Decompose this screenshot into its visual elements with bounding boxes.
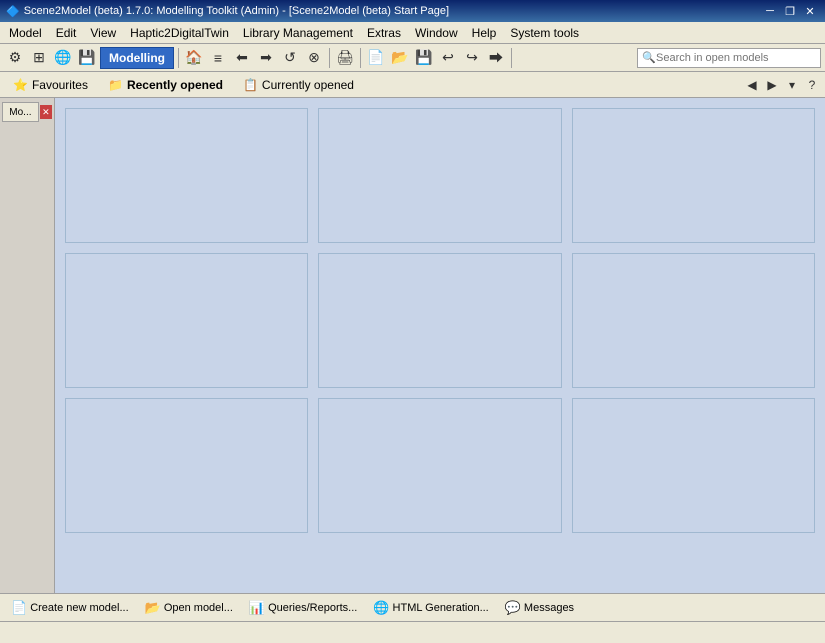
toolbar-refresh-btn[interactable]: ↺	[279, 47, 301, 69]
toolbar-open-btn[interactable]: 📂	[389, 47, 411, 69]
toolbar-save-icon[interactable]: 💾	[76, 47, 98, 69]
tab-nav-back[interactable]: ◀	[743, 76, 761, 94]
toolbar-globe-icon[interactable]: 🌐	[52, 47, 74, 69]
create-new-model-icon: 📄	[11, 600, 27, 616]
bottom-bar: 📄 Create new model... 📂 Open model... 📊 …	[0, 593, 825, 621]
menu-bar: Model Edit View Haptic2DigitalTwin Libra…	[0, 22, 825, 44]
tab-recently-opened[interactable]: 📁 Recently opened	[99, 75, 232, 95]
grid-cell-1[interactable]	[65, 108, 308, 243]
title-bar-left: 🔷 Scene2Model (beta) 1.7.0: Modelling To…	[6, 5, 449, 18]
menu-systemtools[interactable]: System tools	[503, 24, 586, 42]
messages-btn[interactable]: 💬 Messages	[498, 597, 581, 619]
toolbar-separator-3	[360, 48, 361, 68]
menu-help[interactable]: Help	[465, 24, 504, 42]
open-model-icon: 📂	[145, 600, 161, 616]
currently-opened-label: Currently opened	[262, 78, 354, 92]
minimize-button[interactable]: ─	[761, 3, 779, 19]
toolbar: ⚙ ⊞ 🌐 💾 Modelling 🏠 ≡ ⬅ ➡ ↺ ⊗ 🖨 📄 📂 💾 ↩ …	[0, 44, 825, 72]
title-bar: 🔷 Scene2Model (beta) 1.7.0: Modelling To…	[0, 0, 825, 22]
html-generation-icon: 🌐	[373, 600, 389, 616]
toolbar-save-btn[interactable]: 💾	[413, 47, 435, 69]
content-area	[55, 98, 825, 593]
grid-cell-8[interactable]	[318, 398, 561, 533]
tab-nav-right: ◀ ▶ ▾ ?	[743, 76, 821, 94]
close-button[interactable]: ✕	[801, 3, 819, 19]
tab-currently-opened[interactable]: 📋 Currently opened	[234, 75, 363, 95]
sub-tab-bar: ⭐ Favourites 📁 Recently opened 📋 Current…	[4, 75, 743, 95]
menu-library[interactable]: Library Management	[236, 24, 360, 42]
title-bar-controls: ─ ❐ ✕	[761, 3, 819, 19]
toolbar-separator-1	[178, 48, 179, 68]
grid-cell-9[interactable]	[572, 398, 815, 533]
open-model-btn[interactable]: 📂 Open model...	[138, 597, 240, 619]
grid-cell-2[interactable]	[318, 108, 561, 243]
menu-extras[interactable]: Extras	[360, 24, 408, 42]
open-model-label: Open model...	[164, 602, 233, 614]
tab-nav-dropdown[interactable]: ▾	[783, 76, 801, 94]
queries-reports-icon: 📊	[249, 600, 265, 616]
queries-reports-label: Queries/Reports...	[268, 602, 357, 614]
recently-opened-icon: 📁	[108, 78, 123, 92]
search-box[interactable]: 🔍	[637, 48, 821, 68]
tab-favourites[interactable]: ⭐ Favourites	[4, 75, 97, 95]
create-new-model-btn[interactable]: 📄 Create new model...	[4, 597, 136, 619]
tab-nav-forward[interactable]: ▶	[763, 76, 781, 94]
menu-view[interactable]: View	[83, 24, 123, 42]
queries-reports-btn[interactable]: 📊 Queries/Reports...	[242, 597, 364, 619]
toolbar-list-btn[interactable]: ≡	[207, 47, 229, 69]
messages-icon: 💬	[505, 600, 521, 616]
toolbar-stop-btn[interactable]: ⊗	[303, 47, 325, 69]
toolbar-back-btn[interactable]: ⬅	[231, 47, 253, 69]
restore-button[interactable]: ❐	[781, 3, 799, 19]
search-icon: 🔍	[642, 51, 656, 64]
toolbar-undo-btn[interactable]: ↩	[437, 47, 459, 69]
main-area: Mo... ✕	[0, 98, 825, 593]
menu-model[interactable]: Model	[2, 24, 49, 42]
html-generation-label: HTML Generation...	[393, 602, 489, 614]
side-tab-modelling[interactable]: Mo...	[2, 102, 39, 122]
grid-cell-4[interactable]	[65, 253, 308, 388]
toolbar-label: Modelling	[100, 47, 174, 69]
toolbar-separator-4	[511, 48, 512, 68]
toolbar-grid-icon[interactable]: ⊞	[28, 47, 50, 69]
toolbar-print-btn[interactable]: 🖨	[334, 47, 356, 69]
tab-nav-help[interactable]: ?	[803, 76, 821, 94]
toolbar-forward-btn[interactable]: ➡	[255, 47, 277, 69]
menu-haptic[interactable]: Haptic2DigitalTwin	[123, 24, 236, 42]
messages-label: Messages	[524, 602, 574, 614]
grid-cell-7[interactable]	[65, 398, 308, 533]
side-panel: Mo... ✕	[0, 98, 55, 593]
toolbar-arrow-btn[interactable]: ⮕	[485, 47, 507, 69]
toolbar-settings-icon[interactable]: ⚙	[4, 47, 26, 69]
status-bar	[0, 621, 825, 643]
menu-edit[interactable]: Edit	[49, 24, 84, 42]
toolbar-new-doc-btn[interactable]: 📄	[365, 47, 387, 69]
currently-opened-icon: 📋	[243, 78, 258, 92]
grid-cell-3[interactable]	[572, 108, 815, 243]
favourites-label: Favourites	[32, 78, 88, 92]
recently-opened-label: Recently opened	[127, 78, 223, 92]
side-tab-area: Mo... ✕	[2, 102, 52, 122]
model-grid	[65, 108, 815, 533]
side-tab-close-btn[interactable]: ✕	[40, 105, 52, 119]
grid-cell-6[interactable]	[572, 253, 815, 388]
search-input[interactable]	[656, 52, 816, 64]
tab-area: ⭐ Favourites 📁 Recently opened 📋 Current…	[0, 72, 825, 98]
html-generation-btn[interactable]: 🌐 HTML Generation...	[366, 597, 495, 619]
create-new-model-label: Create new model...	[30, 602, 128, 614]
toolbar-redo-btn[interactable]: ↪	[461, 47, 483, 69]
app-icon: 🔷	[6, 5, 20, 18]
toolbar-separator-2	[329, 48, 330, 68]
menu-window[interactable]: Window	[408, 24, 465, 42]
favourites-icon: ⭐	[13, 78, 28, 92]
grid-cell-5[interactable]	[318, 253, 561, 388]
toolbar-home-btn[interactable]: 🏠	[183, 47, 205, 69]
window-title: Scene2Model (beta) 1.7.0: Modelling Tool…	[24, 5, 449, 17]
